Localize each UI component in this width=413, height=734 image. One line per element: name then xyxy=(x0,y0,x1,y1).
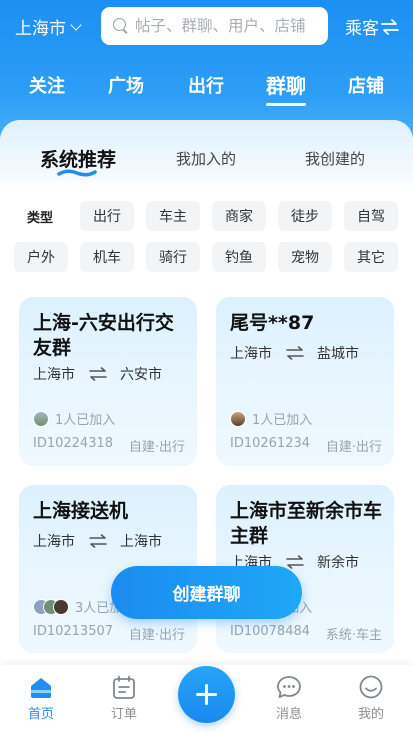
role-switch[interactable]: 乘客 xyxy=(345,14,399,39)
group-id: ID10078484 xyxy=(230,624,311,639)
card-footer: ID10224318 自建·出行 xyxy=(33,436,185,455)
route-from: 上海市 xyxy=(33,367,75,383)
nav-profile[interactable]: 我的 xyxy=(341,675,401,722)
filter-chip[interactable]: 出行 xyxy=(80,201,134,231)
group-title: 上海-六安出行交友群 xyxy=(33,312,174,359)
smile-icon xyxy=(359,675,383,699)
group-title: 尾号**87 xyxy=(230,312,315,334)
search-bar[interactable] xyxy=(101,7,328,45)
filter-chip[interactable]: 骑行 xyxy=(146,242,200,272)
filter-chip[interactable]: 自驾 xyxy=(344,201,398,231)
group-tag: 自建·出行 xyxy=(128,440,185,455)
nav-home[interactable]: 首页 xyxy=(11,675,71,722)
member-count: 1人已加入 xyxy=(33,409,115,428)
nav-label: 消息 xyxy=(275,707,302,722)
card-footer: ID10261234 自建·出行 xyxy=(230,436,382,455)
chat-icon xyxy=(277,676,301,698)
route-to: 新余市 xyxy=(317,555,359,571)
group-title: 上海接送机 xyxy=(33,500,129,522)
sub-tabs: 系统推荐 我加入的 我创建的 xyxy=(0,120,413,190)
create-group-button[interactable]: 创建群聊 xyxy=(111,566,302,619)
swap-arrows-icon xyxy=(89,367,107,381)
filter-chip[interactable]: 徒步 xyxy=(278,201,332,231)
avatar xyxy=(33,410,49,427)
swap-arrows-icon xyxy=(89,534,107,548)
card-footer: ID10213507 自建·出行 xyxy=(33,624,185,643)
route-to: 上海市 xyxy=(120,534,162,550)
route-to: 盐城市 xyxy=(317,346,359,362)
subtab-created[interactable]: 我创建的 xyxy=(305,148,365,169)
route: 上海市 上海市 xyxy=(33,531,162,551)
tab-shop[interactable]: 店铺 xyxy=(348,72,384,98)
subtab-joined[interactable]: 我加入的 xyxy=(176,148,236,169)
switch-arrows-icon xyxy=(381,18,399,35)
filter-row-1: 类型 出行 车主 商家 徒步 自驾 xyxy=(0,201,413,231)
route: 上海市 盐城市 xyxy=(230,343,359,363)
group-title: 上海市至新余市车主群 xyxy=(230,500,383,547)
route: 上海市 六安市 xyxy=(33,364,162,384)
filter-chip[interactable]: 其它 xyxy=(344,242,398,272)
filter-row-2: 户外 机车 骑行 钓鱼 宠物 其它 xyxy=(0,242,413,272)
top-bar: 上海市 乘客 xyxy=(0,0,413,52)
card-footer: ID10078484 系统·车主 xyxy=(230,624,382,643)
filter-chip[interactable]: 户外 xyxy=(14,242,68,272)
nav-label: 订单 xyxy=(110,707,137,722)
city-selector[interactable]: 上海市 xyxy=(15,14,82,39)
joined-text: 1人已加入 xyxy=(252,413,313,428)
tab-follow[interactable]: 关注 xyxy=(29,72,65,98)
search-input[interactable] xyxy=(135,17,320,35)
main-tabs: 关注 广场 出行 群聊 店铺 xyxy=(0,72,413,112)
route-from: 上海市 xyxy=(230,346,272,362)
group-id: ID10213507 xyxy=(33,624,114,639)
group-tag: 系统·车主 xyxy=(325,628,382,643)
joined-text: 1人已加入 xyxy=(55,413,116,428)
nav-messages[interactable]: 消息 xyxy=(259,675,319,722)
city-label: 上海市 xyxy=(15,19,66,39)
calendar-icon xyxy=(113,675,135,699)
nav-orders[interactable]: 订单 xyxy=(94,675,154,722)
route-to: 六安市 xyxy=(120,367,162,383)
nav-label: 首页 xyxy=(27,707,54,722)
group-tag: 自建·出行 xyxy=(325,440,382,455)
group-id: ID10224318 xyxy=(33,436,114,451)
group-id: ID10261234 xyxy=(230,436,311,451)
role-label: 乘客 xyxy=(345,19,379,39)
add-post-button[interactable] xyxy=(178,666,235,723)
group-card[interactable]: 尾号**87 上海市 盐城市 1人已加入 ID10261234 自建·出行 xyxy=(216,297,394,466)
avatar xyxy=(230,410,246,427)
avatar xyxy=(53,598,69,615)
filter-chip[interactable]: 钓鱼 xyxy=(212,242,266,272)
member-count: 1人已加入 xyxy=(230,409,312,428)
tab-square[interactable]: 广场 xyxy=(108,72,144,98)
nav-label: 我的 xyxy=(357,707,384,722)
swap-arrows-icon xyxy=(286,555,304,569)
chevron-down-icon xyxy=(70,18,82,31)
filter-chip[interactable]: 商家 xyxy=(212,201,266,231)
tab-group-chat[interactable]: 群聊 xyxy=(266,70,306,99)
search-icon xyxy=(113,18,129,34)
tab-travel[interactable]: 出行 xyxy=(188,72,224,98)
active-tab-indicator-icon xyxy=(57,169,97,177)
filter-chip[interactable]: 宠物 xyxy=(278,242,332,272)
swap-arrows-icon xyxy=(286,346,304,360)
filter-chip[interactable]: 机车 xyxy=(80,242,134,272)
route-from: 上海市 xyxy=(33,534,75,550)
group-tag: 自建·出行 xyxy=(128,628,185,643)
filter-type-label: 类型 xyxy=(27,211,54,226)
home-icon xyxy=(31,678,51,698)
filter-chip[interactable]: 车主 xyxy=(146,201,200,231)
group-card[interactable]: 上海-六安出行交友群 上海市 六安市 1人已加入 ID10224318 自建·出… xyxy=(19,297,197,466)
